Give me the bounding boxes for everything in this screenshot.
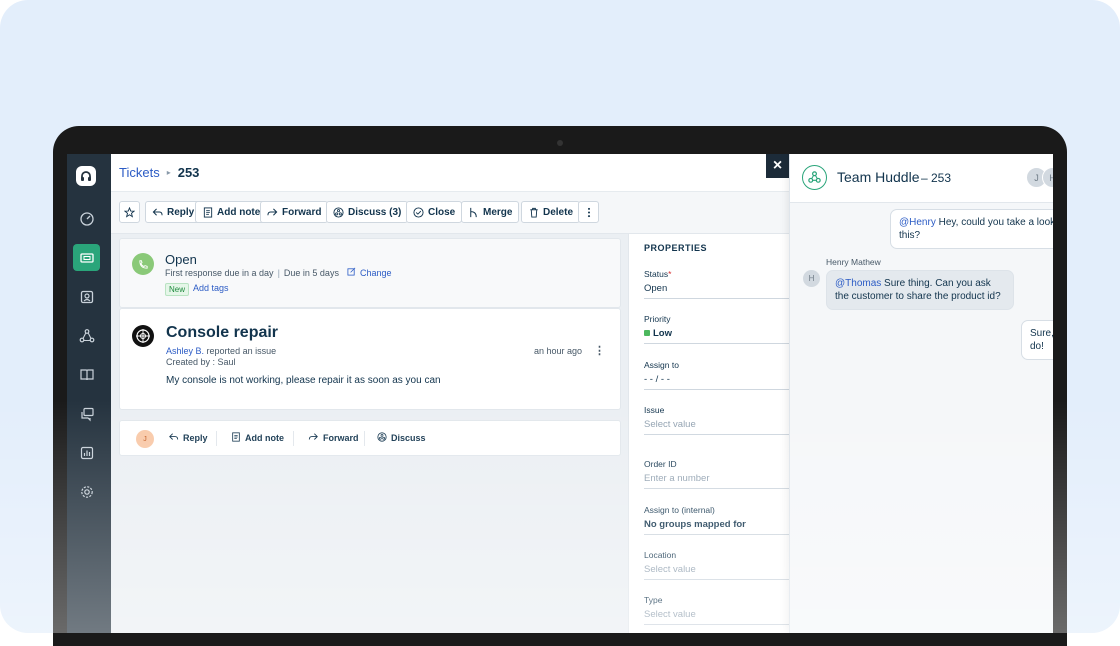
delete-button[interactable]: Delete [521,201,581,223]
forward-icon [308,432,319,444]
tickets-icon[interactable] [73,244,100,271]
dashboard-icon[interactable] [73,205,100,232]
app-logo-icon[interactable] [76,166,96,186]
divider [364,431,365,446]
forums-icon[interactable] [73,400,100,427]
status-label-text: Status [644,269,669,279]
merge-button[interactable]: Merge [461,201,520,223]
reply-action[interactable]: Reply [168,432,208,444]
requester-avatar [132,325,154,347]
add-note-action-label: Add note [245,433,284,443]
divider [216,431,217,446]
reply-action-label: Reply [183,433,208,443]
discuss-action[interactable]: Discuss [377,432,426,444]
mention-thomas[interactable]: @Thomas [835,278,881,289]
discuss-action-label: Discuss [391,433,426,443]
app-screen: Tickets ▸ 253 Reply Add note Forward Dis… [67,154,1053,633]
reported-text: reported an issue [206,346,277,356]
discuss-button[interactable]: Discuss (3) [326,201,409,223]
breadcrumb-separator: ▸ [166,168,171,177]
priority-dot [644,330,650,336]
divider [293,431,294,446]
required-marker: * [668,269,672,279]
reply-label: Reply [167,206,195,218]
huddle-ticket-ref: – 253 [921,171,952,185]
status-badge: New [165,283,190,296]
ticket-status-card: Open First response due in a day | Due i… [119,238,621,308]
add-tags-link[interactable]: Add tags [193,283,229,294]
note-icon [202,206,213,218]
team-huddle-panel: Team Huddle – 253 J H ··· @Henry Hey, co… [789,154,1053,633]
ticket-id: 253 [177,165,200,180]
due-text: Due in 5 days [283,267,339,278]
created-by: Created by : Saul [166,357,236,367]
settings-gear-icon[interactable] [73,478,100,505]
merge-label: Merge [483,206,513,218]
properties-heading: PROPERTIES [644,243,708,253]
huddle-title: Team Huddle [837,169,920,185]
edit-icon [347,267,356,278]
forward-action-label: Forward [323,433,359,443]
huddle-header: Team Huddle – 253 J H ··· [790,154,1053,203]
forward-label: Forward [282,206,322,218]
star-icon [124,206,135,218]
main-panel: Tickets ▸ 253 Reply Add note Forward Dis… [111,154,1053,633]
close-huddle-button[interactable]: × [766,154,789,178]
priority-value: Low [653,328,672,339]
agent-avatar: J [136,430,154,448]
add-note-action[interactable]: Add note [231,432,284,444]
laptop-camera [557,140,563,146]
more-actions-button[interactable] [578,201,599,223]
kebab-menu-icon [583,207,594,218]
mention-henry[interactable]: @Henry [899,217,936,228]
breadcrumb-tickets-link[interactable]: Tickets [119,165,160,180]
add-note-button[interactable]: Add note [195,201,268,223]
check-circle-icon [413,206,424,218]
phone-icon [132,253,154,275]
sender-avatar: H [803,270,820,287]
sidebar [67,154,111,633]
sla-info: First response due in a day | Due in 5 d… [165,267,391,278]
ticket-message-card: Console repair Ashley B. reported an iss… [119,308,621,410]
knowledge-base-icon[interactable] [73,361,100,388]
add-note-label: Add note [217,206,261,218]
reporter-line: Ashley B. reported an issue [166,346,276,356]
chat-message-incoming: @Thomas Sure thing. Can you ask the cust… [826,270,1014,310]
forward-button[interactable]: Forward [260,201,329,223]
ticket-body: My console is not working, please repair… [166,375,441,386]
reports-icon[interactable] [73,439,100,466]
chat-message-outgoing: @Henry Hey, could you take a look at thi… [890,209,1053,249]
reply-icon [152,207,163,218]
discuss-icon [333,206,344,218]
message-more-icon[interactable]: ⋮ [594,344,605,357]
change-link[interactable]: Change [360,268,392,278]
star-button[interactable] [119,201,140,223]
trash-icon [528,207,539,218]
discuss-label: Discuss (3) [348,206,402,218]
message-sender: Henry Mathew [826,257,881,267]
first-response-text: First response due in a day [165,267,274,278]
chat-message-outgoing: Sure, will do! [1021,320,1053,360]
reply-actions-bar: J Reply Add note Forward Discuss [119,420,621,456]
huddle-logo-icon [802,165,827,190]
forward-action[interactable]: Forward [308,432,359,444]
contacts-icon[interactable] [73,283,100,310]
close-ticket-button[interactable]: Close [406,201,463,223]
reply-icon [168,432,179,444]
reply-button[interactable]: Reply [145,201,202,223]
breadcrumb: Tickets ▸ 253 [119,165,199,180]
reporter-link[interactable]: Ashley B. [166,346,204,356]
merge-icon [468,207,479,218]
status-title: Open [165,252,197,267]
groups-icon[interactable] [73,322,100,349]
timestamp: an hour ago [534,346,583,356]
close-label: Close [428,206,456,218]
note-icon [231,432,241,444]
delete-label: Delete [543,206,574,218]
sla-divider: | [277,267,280,278]
discuss-icon [377,432,387,444]
ticket-title: Console repair [166,324,279,341]
forward-icon [267,207,278,218]
